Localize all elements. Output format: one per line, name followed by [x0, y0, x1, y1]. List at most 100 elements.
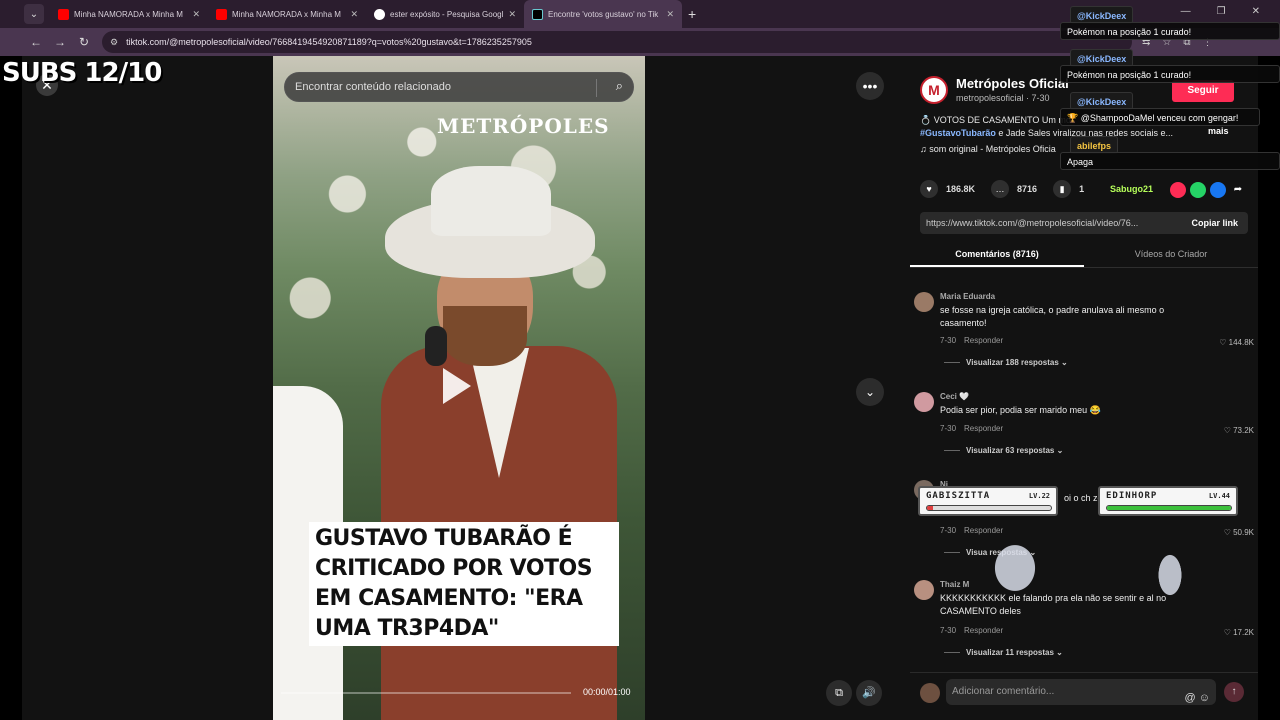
search-icon[interactable]: ⌕	[616, 78, 623, 94]
comment-likes[interactable]: ♡ 50.9K	[1224, 528, 1254, 537]
close-icon[interactable]: ✕	[350, 9, 358, 20]
emoji-icon[interactable]: ☺	[1199, 692, 1210, 704]
browser-tab-3[interactable]: ester expósito - Pesquisa Googl ✕	[366, 0, 524, 28]
repost-icon[interactable]	[1170, 182, 1186, 198]
tab-search-button[interactable]: ⌄	[24, 4, 44, 24]
google-icon	[374, 8, 385, 20]
comment-user[interactable]: Ceci 🤍	[940, 392, 969, 401]
whatsapp-icon[interactable]	[1190, 182, 1206, 198]
comment-icon[interactable]: …	[991, 180, 1010, 198]
comment-text: Podia ser pior, podia ser marido meu 😂	[940, 405, 1101, 415]
video-progress-bar[interactable]	[281, 692, 571, 694]
avatar[interactable]	[914, 292, 934, 312]
comment-input-icons: @ ☺	[1185, 685, 1210, 711]
back-icon[interactable]: ←	[24, 35, 48, 49]
comment-item: Maria Eduarda se fosse na igreja católic…	[914, 292, 1254, 372]
related-search-input[interactable]: Encontrar conteúdo relacionado ⌕	[284, 72, 634, 102]
view-replies-button[interactable]: Visualizar 188 respostas ⌄	[944, 358, 1068, 367]
youtube-icon	[58, 8, 69, 20]
browser-tab-1[interactable]: Minha NAMORADA x Minha M ✕	[50, 0, 208, 28]
dragon-pokemon-sprite	[1150, 540, 1190, 610]
battle-hp-box-right: EDINHORP LV.44	[1098, 486, 1238, 516]
volume-button[interactable]: 🔊	[856, 680, 882, 706]
comment-meta: 7-30 Responder	[940, 336, 1003, 345]
close-icon[interactable]: ✕	[666, 9, 674, 20]
view-replies-button[interactable]: Visualizar 11 respostas ⌄	[944, 648, 1063, 657]
divider	[944, 450, 960, 452]
browser-tab-4[interactable]: Encontre 'votos gustavo' no Tik ✕	[524, 0, 682, 28]
more-link[interactable]: mais	[1208, 126, 1229, 136]
metropoles-logo: METRÓPOLES	[437, 114, 610, 138]
tiktok-icon	[532, 8, 543, 20]
divider	[596, 79, 597, 97]
view-replies-button[interactable]: Visualizar 63 respostas ⌄	[944, 446, 1063, 455]
comment-date: 7-30	[940, 336, 957, 345]
view-replies-label: Visualizar 188 respostas ⌄	[966, 358, 1068, 367]
author-handle: metropolesoficial · 7-30	[956, 93, 1050, 103]
tab-comments[interactable]: Comentários (8716)	[910, 242, 1084, 267]
maximize-icon[interactable]: ❐	[1217, 6, 1226, 17]
minimize-icon[interactable]: —	[1181, 6, 1191, 17]
comment-user[interactable]: Thaiz M	[940, 580, 969, 589]
hp-bar	[1106, 505, 1232, 511]
video-player[interactable]: METRÓPOLES GUSTAVO TUBARÃO É CRITICADO P…	[273, 56, 645, 720]
browser-tab-2[interactable]: Minha NAMORADA x Minha M ✕	[208, 0, 366, 28]
close-window-icon[interactable]: ✕	[1252, 6, 1260, 17]
play-icon[interactable]	[443, 368, 471, 404]
divider	[944, 652, 960, 654]
mini-player-button[interactable]: ⧉	[826, 680, 852, 706]
share-arrow-icon[interactable]: ➦	[1230, 182, 1246, 198]
pokemon-trainer-name: EDINHORP	[1106, 491, 1158, 501]
view-replies-label: Visualizar 63 respostas ⌄	[966, 446, 1064, 455]
like-icon[interactable]: ♥	[920, 180, 938, 198]
url-field[interactable]: ⚙ tiktok.com/@metropolesoficial/video/76…	[102, 31, 1132, 53]
battle-hp-box-left: GABISZITTA LV.22	[918, 486, 1058, 516]
tab-creator-videos[interactable]: Vídeos do Criador	[1084, 242, 1258, 267]
chat-message: Pokémon na posição 1 curado!	[1060, 65, 1280, 83]
reload-icon[interactable]: ↻	[72, 35, 96, 49]
reply-button[interactable]: Responder	[964, 626, 1003, 635]
video-caption: GUSTAVO TUBARÃO É CRITICADO POR VOTOS EM…	[309, 522, 619, 646]
comment-date: 7-30	[940, 424, 957, 433]
close-icon[interactable]: ✕	[508, 9, 516, 20]
bookmark-icon[interactable]: ▮	[1053, 180, 1072, 198]
pokemon-level: LV.44	[1208, 492, 1230, 500]
chat-message: 🏆 @ShampooDaMel venceu com gengar!	[1060, 108, 1260, 126]
hp-bar	[926, 505, 1052, 511]
avatar[interactable]	[914, 580, 934, 600]
comment-likes[interactable]: ♡ 144.8K	[1219, 338, 1254, 347]
copy-link-button[interactable]: Copiar link	[1191, 218, 1238, 228]
author-avatar[interactable]: M	[920, 76, 948, 104]
video-time: 00:00/01:00	[583, 687, 631, 697]
close-icon[interactable]: ✕	[192, 9, 200, 20]
music-label[interactable]: ♫ som original - Metrópoles Oficia	[920, 144, 1056, 154]
comment-meta: 7-30 Responder	[940, 626, 1003, 635]
tab-title: Encontre 'votos gustavo' no Tik	[548, 9, 659, 19]
tab-title: Minha NAMORADA x Minha M	[232, 9, 341, 19]
site-settings-icon[interactable]: ⚙	[110, 37, 118, 48]
comment-likes[interactable]: ♡ 17.2K	[1224, 628, 1254, 637]
new-tab-button[interactable]: +	[688, 6, 696, 22]
youtube-icon	[216, 8, 227, 20]
reply-button[interactable]: Responder	[964, 424, 1003, 433]
hashtag-link[interactable]: #GustavoTubarão	[920, 128, 996, 138]
share-icons: ➦	[1170, 182, 1246, 198]
action-bar: ♥ 186.8K … 8716 ▮ 1	[920, 180, 1092, 198]
reply-button[interactable]: Responder	[964, 336, 1003, 345]
comment-likes[interactable]: ♡ 73.2K	[1224, 426, 1254, 435]
divider	[944, 362, 960, 364]
comment-input[interactable]: Adicionar comentário... @ ☺	[946, 679, 1216, 705]
comment-item: Thaiz M KKKKKKKKKKK ele falando pra ela …	[914, 580, 1254, 660]
comment-user[interactable]: Maria Eduarda	[940, 292, 995, 301]
facebook-icon[interactable]	[1210, 182, 1226, 198]
mention-icon[interactable]: @	[1185, 692, 1196, 704]
avatar[interactable]	[914, 392, 934, 412]
link-row: https://www.tiktok.com/@metropolesoficia…	[920, 212, 1248, 234]
tab-title: Minha NAMORADA x Minha M	[74, 9, 183, 19]
next-video-button[interactable]: ⌄	[856, 378, 884, 406]
forward-icon[interactable]: →	[48, 35, 72, 49]
author-name[interactable]: Metrópoles Oficial	[956, 76, 1069, 91]
subs-counter: SUBS 12/10	[2, 58, 162, 88]
more-options-button[interactable]: •••	[856, 72, 884, 100]
send-comment-button[interactable]: ↑	[1224, 682, 1244, 702]
